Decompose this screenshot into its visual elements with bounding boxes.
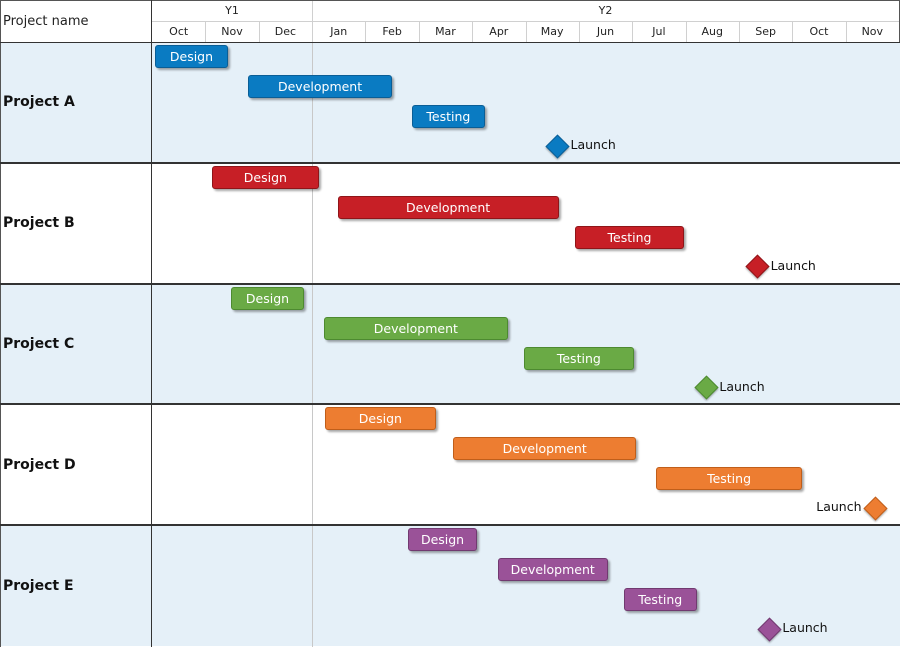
task-bar-testing[interactable]: Testing [411, 105, 485, 128]
month-divider [472, 21, 474, 42]
task-bar-testing[interactable]: Testing [574, 225, 685, 249]
month-header: Aug [701, 25, 723, 38]
month-divider [845, 21, 847, 42]
task-bar-design[interactable]: Design [407, 528, 478, 552]
milestone-label: Launch [770, 257, 816, 273]
task-bar-design[interactable]: Design [230, 286, 305, 310]
milestone-label: Launch [782, 620, 828, 636]
milestone-label: Launch [719, 378, 765, 394]
month-header: Jul [652, 25, 666, 38]
project-label: Project E [3, 577, 74, 594]
project-row [0, 404, 900, 526]
year-divider [312, 0, 314, 21]
task-bar-testing[interactable]: Testing [523, 346, 634, 370]
month-divider [792, 21, 794, 42]
task-bar-design[interactable]: Design [324, 407, 436, 431]
year-header: Y2 [598, 4, 613, 17]
task-bar-development[interactable]: Development [452, 437, 637, 461]
month-header: Oct [809, 25, 829, 38]
frame-top [0, 0, 900, 1]
project-name-header: Project name [3, 13, 89, 29]
month-divider [578, 21, 580, 42]
month-header: Apr [489, 25, 509, 38]
month-divider [258, 21, 260, 42]
milestone-label: Launch [816, 499, 862, 515]
milestone-label: Launch [570, 137, 616, 152]
task-bar-design[interactable]: Design [211, 165, 319, 189]
name-column-divider [151, 0, 152, 647]
row-divider [0, 282, 900, 285]
month-divider [738, 21, 740, 42]
project-label: Project D [3, 456, 76, 473]
month-divider [525, 21, 527, 42]
month-divider [632, 21, 634, 42]
month-header: May [540, 25, 564, 38]
month-header: Sep [755, 25, 776, 38]
month-header: Jun [596, 25, 615, 38]
task-bar-development[interactable]: Development [323, 316, 508, 340]
task-bar-development[interactable]: Development [337, 195, 559, 219]
month-header: Jan [330, 25, 348, 38]
year-header: Y1 [225, 4, 239, 17]
month-header: Nov [861, 25, 884, 38]
task-bar-testing[interactable]: Testing [655, 467, 803, 491]
month-header: Mar [435, 25, 456, 38]
task-bar-development[interactable]: Development [497, 558, 608, 582]
project-label: Project C [3, 335, 75, 352]
month-header: Oct [169, 25, 189, 38]
month-divider [365, 21, 367, 42]
row-divider [0, 403, 900, 406]
task-bar-design[interactable]: Design [154, 45, 229, 68]
year-divider-body [312, 42, 314, 647]
header-bottom-line [0, 42, 900, 43]
frame-left [0, 0, 1, 647]
project-row [0, 283, 900, 405]
project-label: Project B [3, 215, 75, 232]
row-divider [0, 161, 900, 164]
month-divider [418, 21, 420, 42]
month-divider [685, 21, 687, 42]
task-bar-development[interactable]: Development [248, 75, 393, 98]
month-header: Feb [382, 25, 402, 38]
month-header: Dec [274, 25, 297, 38]
gantt-chart: Project name Y1 Y2 Oct Nov Dec Jan Feb Mar Apr Ma… [0, 0, 900, 647]
month-header: Nov [221, 25, 243, 38]
month-divider [312, 21, 314, 42]
task-bar-testing[interactable]: Testing [623, 588, 697, 612]
row-divider [0, 524, 900, 527]
header-mid-line [152, 21, 899, 22]
project-row [0, 42, 900, 163]
month-divider [205, 21, 207, 42]
project-label: Project A [3, 94, 75, 111]
